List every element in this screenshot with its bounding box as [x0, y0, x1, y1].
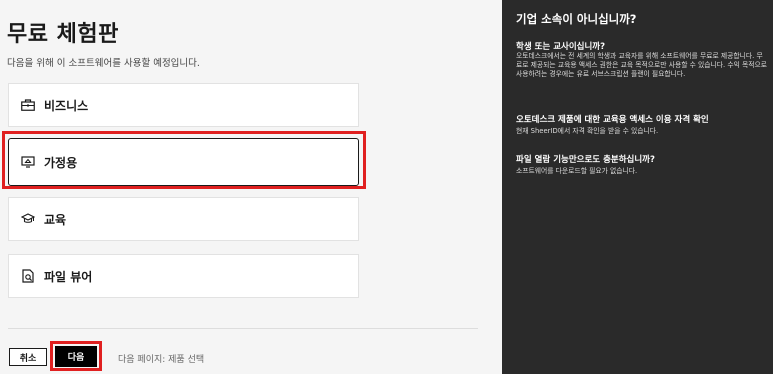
- file-viewer-icon: [19, 267, 37, 285]
- option-education-label: 교육: [44, 212, 67, 227]
- footer-divider: [8, 328, 478, 329]
- option-business[interactable]: 비즈니스: [8, 83, 359, 127]
- file-viewer-heading: 파일 열람 기능만으로도 충분하십니까?: [516, 155, 655, 165]
- edu-access-body: 현재 SheerID에서 자격 확인을 받을 수 있습니다.: [516, 127, 659, 135]
- next-button[interactable]: 다음: [55, 346, 97, 367]
- option-business-label: 비즈니스: [44, 98, 89, 113]
- option-file-viewer[interactable]: 파일 뷰어: [8, 254, 359, 298]
- student-heading: 학생 또는 교사이십니까?: [516, 42, 606, 52]
- sidebar-title: 기업 소속이 아니십니까?: [516, 12, 637, 26]
- cancel-button[interactable]: 취소: [9, 348, 47, 366]
- option-file-viewer-label: 파일 뷰어: [44, 269, 93, 284]
- student-body: 오토데스크에서는 전 세계의 학생과 교육자를 위해 소프트웨어를 무료로 제공…: [516, 52, 768, 78]
- page-subtitle: 다음을 위해 이 소프트웨어를 사용할 예정입니다.: [7, 58, 200, 69]
- graduation-cap-icon: [19, 210, 37, 228]
- info-sidebar: 기업 소속이 아니십니까? 학생 또는 교사이십니까? 오토데스크에서는 전 세…: [502, 0, 773, 374]
- main-panel: 무료 체험판 다음을 위해 이 소프트웨어를 사용할 예정입니다. 비즈니스 가…: [0, 0, 490, 374]
- highlight-home-option: [2, 131, 366, 189]
- file-viewer-body: 소프트웨어를 다운로드할 필요가 없습니다.: [516, 167, 638, 175]
- edu-access-heading[interactable]: 오토데스크 제품에 대한 교육용 액세스 이용 자격 확인: [516, 113, 709, 125]
- briefcase-icon: [19, 96, 37, 114]
- next-page-info: 다음 페이지: 제품 선택: [118, 355, 205, 365]
- page-title: 무료 체험판: [7, 22, 119, 47]
- option-education[interactable]: 교육: [8, 197, 359, 241]
